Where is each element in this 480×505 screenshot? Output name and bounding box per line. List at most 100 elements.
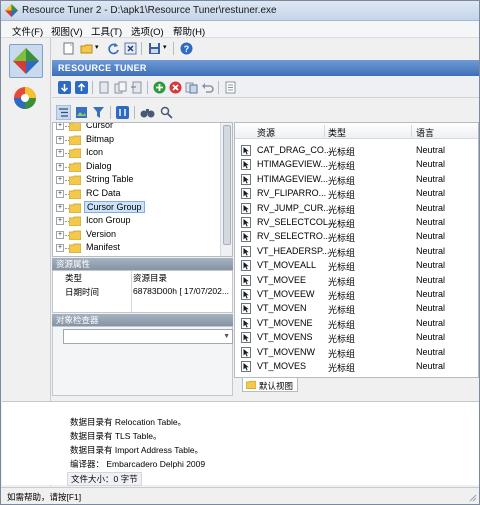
properties-icon[interactable] xyxy=(224,81,237,94)
list-item[interactable]: VT_MOVEEW 光标组 Neutral xyxy=(235,287,478,301)
list-item[interactable]: RV_SELECTCOL... 光标组 Neutral xyxy=(235,215,478,229)
undo-icon[interactable] xyxy=(201,81,214,94)
resource-type: 光标组 xyxy=(328,204,356,215)
help-icon[interactable]: ? xyxy=(180,42,193,55)
chevron-down-icon[interactable]: ▼ xyxy=(223,333,230,340)
column-header-type[interactable]: 类型 xyxy=(328,126,346,139)
list-item[interactable]: VT_MOVENW 光标组 Neutral xyxy=(235,345,478,359)
toolbar-separator xyxy=(141,42,142,55)
app-icon xyxy=(5,4,18,17)
add-resource-icon[interactable] xyxy=(153,81,166,94)
delete-resource-icon[interactable] xyxy=(169,81,182,94)
object-select[interactable]: ▼ xyxy=(63,329,233,344)
menu-help[interactable]: 帮助(H) xyxy=(170,23,208,39)
scrollbar-thumb[interactable] xyxy=(223,125,231,245)
open-folder-icon[interactable] xyxy=(80,42,93,55)
tree-item[interactable]: + Icon xyxy=(53,146,221,160)
save-icon[interactable] xyxy=(148,42,161,55)
resource-type: 光标组 xyxy=(328,348,356,359)
resource-type: 光标组 xyxy=(328,291,356,301)
list-item[interactable]: VT_MOVEALL 光标组 Neutral xyxy=(235,258,478,272)
view-tabbar: 默认视图 xyxy=(234,378,479,392)
tree-scrollbar[interactable] xyxy=(220,123,232,256)
chevron-down-icon[interactable]: ▾ xyxy=(95,43,99,51)
expand-icon[interactable]: + xyxy=(56,135,64,144)
list-item[interactable]: HTIMAGEVIEW... 光标组 Neutral xyxy=(235,172,478,186)
copy-icon[interactable] xyxy=(114,81,127,94)
chevron-down-icon[interactable]: ▾ xyxy=(163,43,167,51)
expand-icon[interactable]: + xyxy=(56,176,64,185)
property-row[interactable]: 类型 资源目录 xyxy=(53,271,232,284)
list-item[interactable]: HTIMAGEVIEW... 光标组 Neutral xyxy=(235,157,478,171)
expand-icon[interactable]: + xyxy=(56,203,64,212)
move-down-icon[interactable] xyxy=(58,81,71,94)
list-item[interactable]: RV_FLIPARRO... 光标组 Neutral xyxy=(235,186,478,201)
list-item[interactable]: VT_MOVENE 光标组 Neutral xyxy=(235,316,478,330)
folder-icon xyxy=(69,216,81,227)
log-panel: 数据目录有 Relocation Table。 数据目录有 TLS Table。… xyxy=(2,401,479,486)
menu-file[interactable]: 文件(F) xyxy=(9,23,46,39)
list-item[interactable]: VT_MOVEN 光标组 Neutral xyxy=(235,301,478,315)
expand-icon[interactable]: + xyxy=(56,123,64,130)
find-next-icon[interactable] xyxy=(160,106,173,119)
list-item[interactable]: CAT_DRAG_CO... 光标组 Neutral xyxy=(235,143,478,157)
resource-type: 光标组 xyxy=(328,190,356,201)
list-item[interactable]: RV_SELECTRO... 光标组 Neutral xyxy=(235,229,478,243)
expand-icon[interactable]: + xyxy=(56,149,64,158)
tree-item-selected[interactable]: + Cursor Group xyxy=(53,200,221,215)
tree-view-icon[interactable] xyxy=(56,105,71,120)
menu-options[interactable]: 选项(O) xyxy=(128,23,167,39)
resource-type: 光标组 xyxy=(328,219,356,229)
list-item[interactable]: VT_MOVEE 光标组 Neutral xyxy=(235,273,478,287)
tree-item-label: Icon xyxy=(86,147,104,158)
resource-tuner-rail-button[interactable] xyxy=(9,44,43,78)
list-item[interactable]: VT_MOVES 光标组 Neutral xyxy=(235,359,478,373)
list-item[interactable]: VT_HEADERSP... 光标组 Neutral xyxy=(235,244,478,258)
refresh-icon[interactable] xyxy=(107,42,120,55)
new-file-icon[interactable] xyxy=(62,42,75,55)
filter-icon[interactable] xyxy=(92,106,105,119)
column-header-language[interactable]: 语言 xyxy=(416,126,434,139)
tree-item[interactable]: + Cursor xyxy=(53,123,221,133)
resize-grip-icon[interactable] xyxy=(467,492,477,502)
column-header-resource[interactable]: 资源 xyxy=(257,126,275,139)
sort-icon[interactable] xyxy=(116,106,129,119)
tree-item[interactable]: + RC Data xyxy=(53,187,221,201)
tree-item-label: Manifest xyxy=(86,242,121,253)
move-up-icon[interactable] xyxy=(75,81,88,94)
menu-view[interactable]: 视图(V) xyxy=(48,23,86,39)
tree-item[interactable]: + Manifest xyxy=(53,241,221,255)
list-item[interactable]: VT_MOVENS 光标组 Neutral xyxy=(235,330,478,344)
resource-name: RV_SELECTCOL... xyxy=(257,217,336,227)
status-bar: 如需帮助，请按[F1] xyxy=(1,487,479,504)
tree-item[interactable]: + Version xyxy=(53,228,221,242)
property-row[interactable]: 日期时间 68783D00h [ 17/07/202... xyxy=(53,285,232,298)
export-icon[interactable] xyxy=(98,81,111,94)
tree-item[interactable]: + Bitmap xyxy=(53,133,221,147)
color-tool-rail-button[interactable] xyxy=(9,82,43,116)
tree-item-label: Icon Group xyxy=(86,215,131,226)
tree-item[interactable]: + Icon Group xyxy=(53,214,221,228)
menu-tools[interactable]: 工具(T) xyxy=(88,23,125,39)
resource-language: Neutral xyxy=(416,202,446,213)
tree-item[interactable]: + String Table xyxy=(53,173,221,187)
folder-icon xyxy=(69,203,81,213)
tab-default-view[interactable]: 默认视图 xyxy=(242,378,298,392)
list-item[interactable]: RV_JUMP_CUR... 光标组 Neutral xyxy=(235,201,478,215)
binoculars-icon[interactable] xyxy=(140,106,155,119)
expand-icon[interactable]: + xyxy=(56,190,64,198)
import-icon[interactable] xyxy=(130,81,143,94)
tree-item[interactable]: + Dialog xyxy=(53,160,221,174)
expand-icon[interactable]: + xyxy=(56,230,64,239)
toolbar-separator xyxy=(147,81,148,94)
close-file-icon[interactable] xyxy=(124,42,137,55)
resource-tuner-banner: RESOURCE TUNER xyxy=(52,60,479,76)
expand-icon[interactable]: + xyxy=(56,217,64,226)
main-toolbar: ▾ ▾ ? xyxy=(52,39,479,58)
cursor-file-icon xyxy=(241,332,251,344)
replace-icon[interactable] xyxy=(185,81,198,94)
expand-icon[interactable]: + xyxy=(56,162,64,171)
expand-icon[interactable]: + xyxy=(56,244,64,253)
property-value: 68783D00h [ 17/07/202... xyxy=(133,286,229,296)
image-view-icon[interactable] xyxy=(75,106,88,119)
